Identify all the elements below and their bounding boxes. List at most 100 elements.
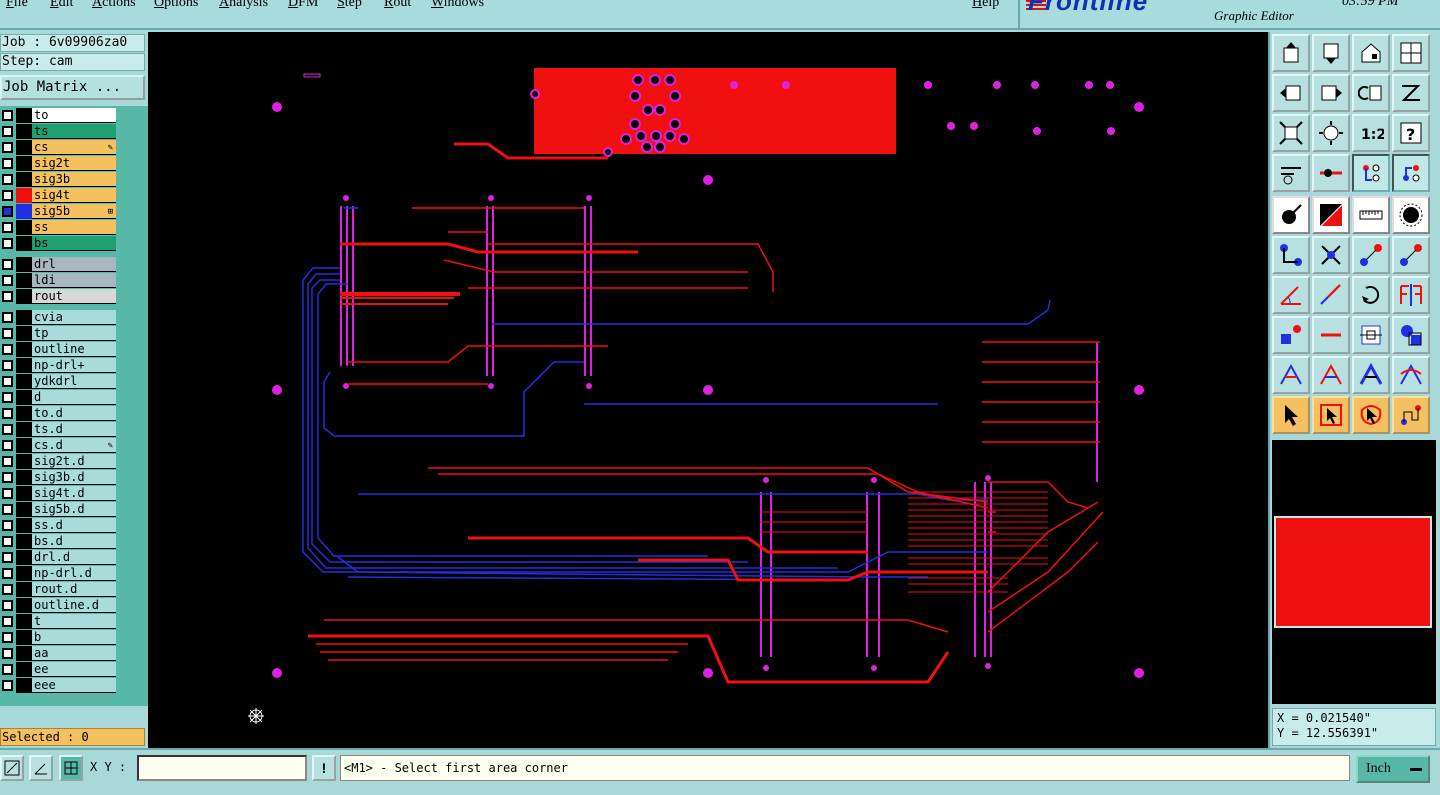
layer-row-sig5b[interactable]: sig5b ⊞	[0, 204, 116, 220]
layer-visibility-checkbox[interactable]	[2, 552, 13, 563]
layer-row-tp[interactable]: tp	[0, 326, 116, 342]
layer-row-bs[interactable]: bs	[0, 236, 116, 252]
text-a-red-icon[interactable]	[1312, 356, 1350, 394]
layer-name[interactable]: outline	[32, 342, 116, 357]
layer-name[interactable]: drl	[32, 257, 116, 272]
ratio-icon[interactable]: 1:2	[1352, 114, 1390, 152]
layer-name[interactable]: eee	[32, 678, 116, 693]
layer-visibility-checkbox[interactable]	[2, 648, 13, 659]
pan-down-icon[interactable]	[1312, 34, 1350, 72]
mirror-icon[interactable]	[1392, 276, 1430, 314]
job-matrix-button[interactable]: Job Matrix ...	[0, 75, 145, 100]
layer-row-ydkdrl[interactable]: ydkdrl	[0, 374, 116, 390]
layer-row-sig2t[interactable]: sig2t	[0, 156, 116, 172]
layer-visibility-checkbox[interactable]	[2, 360, 13, 371]
undo-zoom-icon[interactable]	[1352, 74, 1390, 112]
layer-name[interactable]: b	[32, 630, 116, 645]
rotate-icon[interactable]	[1352, 276, 1390, 314]
layer-visibility-checkbox[interactable]	[2, 616, 13, 627]
layer-visibility-checkbox[interactable]	[2, 536, 13, 547]
ruler-icon[interactable]	[1352, 196, 1390, 234]
layer-color-swatch[interactable]	[16, 188, 32, 203]
menu-help[interactable]: Help	[972, 0, 999, 11]
layer-color-swatch[interactable]	[16, 204, 32, 219]
layer-visibility-checkbox[interactable]	[2, 664, 13, 675]
select-arrow-icon[interactable]	[1272, 396, 1310, 434]
layer-name[interactable]: drl.d	[32, 550, 116, 565]
layer-visibility-checkbox[interactable]	[2, 291, 13, 302]
layer-visibility-checkbox[interactable]	[2, 312, 13, 323]
layer-row-bs-d[interactable]: bs.d	[0, 534, 116, 550]
layer-visibility-checkbox[interactable]	[2, 408, 13, 419]
layer-visibility-checkbox[interactable]	[2, 206, 13, 217]
layer-row-outline-d[interactable]: outline.d	[0, 598, 116, 614]
layer-row-drl-d[interactable]: drl.d	[0, 550, 116, 566]
layer-color-swatch[interactable]	[16, 550, 32, 565]
layer-name[interactable]: tp	[32, 326, 116, 341]
layer-row-d[interactable]: d	[0, 390, 116, 406]
layer-row-outline[interactable]: outline	[0, 342, 116, 358]
layer-color-swatch[interactable]	[16, 374, 32, 389]
layer-row-rout[interactable]: rout	[0, 289, 116, 305]
layer-color-swatch[interactable]	[16, 646, 32, 661]
layer-visibility-checkbox[interactable]	[2, 222, 13, 233]
layer-row-to[interactable]: to	[0, 108, 116, 124]
probe-icon[interactable]	[1312, 154, 1350, 192]
layer-visibility-checkbox[interactable]	[2, 488, 13, 499]
layer-row-ss[interactable]: ss	[0, 220, 116, 236]
net-blue-icon[interactable]	[1392, 154, 1430, 192]
select-net-icon[interactable]	[1392, 396, 1430, 434]
menu-actions[interactable]: Actions	[92, 0, 136, 11]
layer-row-cvia[interactable]: cvia	[0, 310, 116, 326]
select-box-icon[interactable]	[1312, 396, 1350, 434]
layer-visibility-checkbox[interactable]	[2, 328, 13, 339]
layer-name[interactable]: cvia	[32, 310, 116, 325]
layer-visibility-checkbox[interactable]	[2, 632, 13, 643]
layer-name[interactable]: np-drl.d	[32, 566, 116, 581]
layer-visibility-checkbox[interactable]	[2, 472, 13, 483]
layer-name[interactable]: ss.d	[32, 518, 116, 533]
menu-windows[interactable]: Windows	[431, 0, 484, 11]
xy-input[interactable]	[137, 755, 307, 781]
layer-color-swatch[interactable]	[16, 108, 32, 123]
layer-color-swatch[interactable]	[16, 678, 32, 693]
layer-name[interactable]: sig4t	[32, 188, 116, 203]
layer-row-ldi[interactable]: ldi	[0, 273, 116, 289]
layer-visibility-checkbox[interactable]	[2, 520, 13, 531]
layer-color-swatch[interactable]	[16, 326, 32, 341]
layer-name[interactable]: aa	[32, 646, 116, 661]
connect-icon[interactable]	[1272, 236, 1310, 274]
layer-color-swatch[interactable]	[16, 273, 32, 288]
layer-name[interactable]: t	[32, 614, 116, 629]
menu-file[interactable]: File	[6, 0, 28, 11]
window-icon[interactable]	[1392, 34, 1430, 72]
zoom-fit-icon[interactable]	[1272, 114, 1310, 152]
layer-visibility-checkbox[interactable]	[2, 174, 13, 185]
layer-row-b[interactable]: b	[0, 630, 116, 646]
layer-color-swatch[interactable]	[16, 438, 32, 453]
copy-icon[interactable]	[1392, 316, 1430, 354]
layer-name[interactable]: ts	[32, 124, 116, 139]
layer-color-swatch[interactable]	[16, 172, 32, 187]
layer-name[interactable]: cs ✎	[32, 140, 116, 155]
layer-row-ts[interactable]: ts	[0, 124, 116, 140]
layer-color-swatch[interactable]	[16, 598, 32, 613]
layer-color-swatch[interactable]	[16, 534, 32, 549]
layer-color-swatch[interactable]	[16, 289, 32, 304]
menu-dfm[interactable]: DFM	[288, 0, 318, 11]
layer-color-swatch[interactable]	[16, 614, 32, 629]
layer-row-eee[interactable]: eee	[0, 678, 116, 694]
layer-name[interactable]: sig3b	[32, 172, 116, 187]
layer-color-swatch[interactable]	[16, 257, 32, 272]
layer-color-swatch[interactable]	[16, 156, 32, 171]
layer-row-sig4t-d[interactable]: sig4t.d	[0, 486, 116, 502]
layer-name[interactable]: bs.d	[32, 534, 116, 549]
warning-icon[interactable]: !	[312, 755, 336, 781]
layer-visibility-checkbox[interactable]	[2, 158, 13, 169]
layer-name[interactable]: rout	[32, 289, 116, 304]
pad-arrow-icon[interactable]	[1272, 196, 1310, 234]
layer-name[interactable]: ee	[32, 662, 116, 677]
layer-name[interactable]: sig4t.d	[32, 486, 116, 501]
grid-icon[interactable]	[59, 755, 83, 781]
layer-name[interactable]: ydkdrl	[32, 374, 116, 389]
